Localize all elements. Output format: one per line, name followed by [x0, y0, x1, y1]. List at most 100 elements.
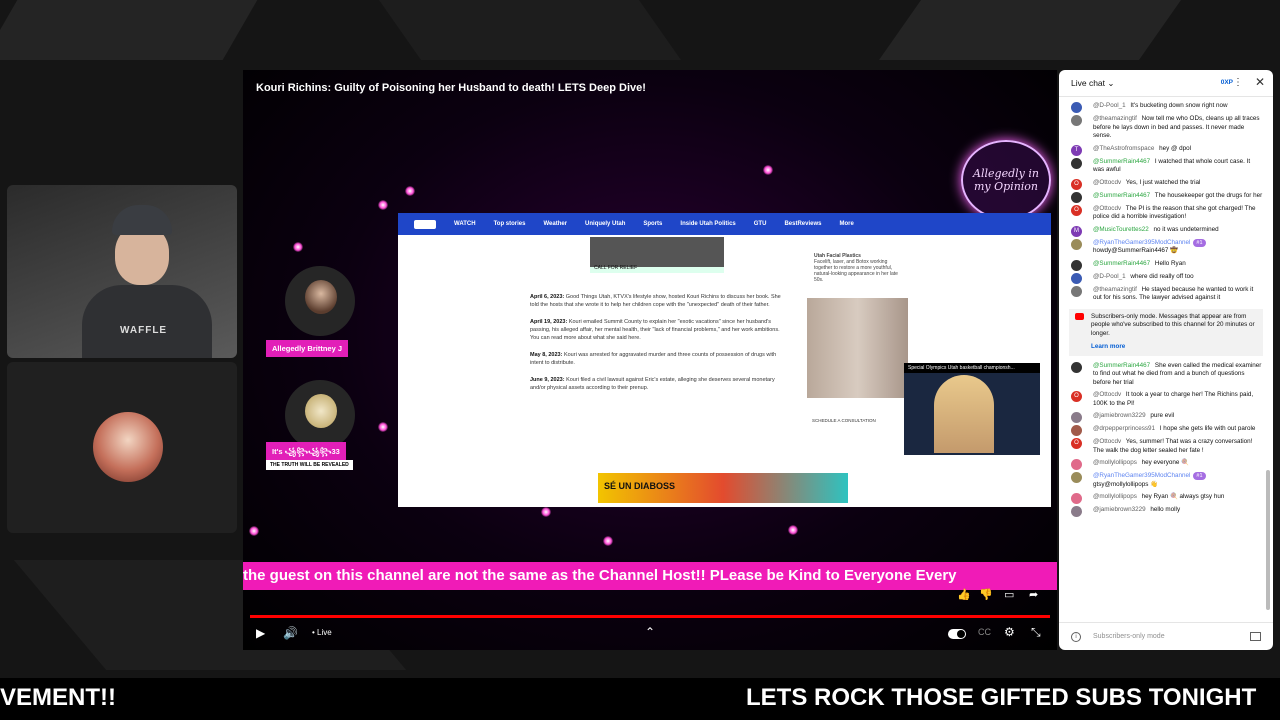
exit-fullscreen-icon[interactable]: ⤡	[1031, 625, 1041, 640]
guest-circle-1	[285, 266, 355, 336]
avatar[interactable]: O	[1071, 204, 1082, 216]
avatar[interactable]: M	[1071, 225, 1082, 237]
sidebar-ad-text: Facelift, laser, and Botox working toget…	[814, 259, 898, 283]
avatar[interactable]	[1071, 272, 1082, 284]
avatar[interactable]	[1071, 412, 1082, 423]
chat-author[interactable]: @mollylollipops	[1093, 493, 1137, 500]
mini-ad: CALL FOR RELIEF	[590, 237, 724, 273]
avatar[interactable]	[1071, 157, 1082, 169]
emote-icon[interactable]	[1250, 632, 1261, 641]
chevron-up-icon[interactable]: ⌃	[645, 625, 655, 639]
chat-message-group: @SummerRain4467 She even called the medi…	[1059, 360, 1273, 517]
subscribers-only-notice: Subscribers-only mode. Messages that app…	[1069, 308, 1263, 356]
gear-icon[interactable]: ⚙	[1004, 625, 1015, 639]
avatar[interactable]	[1071, 115, 1082, 126]
avatar[interactable]	[1071, 493, 1082, 504]
chat-author[interactable]: @D-Pool_1	[1093, 102, 1126, 109]
picture-in-picture-video: Special Olympics Utah basketball champio…	[904, 363, 1040, 455]
bottom-crawl: VEMENT!! LETS ROCK THOSE GIFTED SUBS TON…	[0, 678, 1280, 720]
chat-footer: i Subscribers-only mode	[1059, 622, 1273, 650]
chat-message: O @Ottocdv It took a year to charge her! …	[1059, 389, 1273, 410]
chat-message-text: hey @ dpol	[1157, 144, 1192, 152]
nav-item: Inside Utah Politics	[680, 221, 736, 227]
chat-author[interactable]: @jamiebrown3229	[1093, 412, 1146, 419]
chat-mode-dropdown[interactable]: Live chat ⌄	[1071, 78, 1115, 89]
captions-icon[interactable]: CC	[978, 627, 991, 637]
more-options-icon[interactable]: ⋮	[1233, 77, 1243, 88]
volume-icon[interactable]: 🔊	[283, 626, 298, 640]
avatar[interactable]	[1071, 238, 1082, 250]
like-icon[interactable]: 👍	[957, 588, 971, 601]
chat-author[interactable]: @SummerRain4467	[1093, 158, 1150, 165]
pip-person	[934, 375, 994, 453]
chat-author[interactable]: @Ottocdv	[1093, 179, 1121, 186]
chat-message: @SummerRain4467 The housekeeper got the …	[1059, 190, 1273, 203]
chat-author[interactable]: @theamazingtif	[1093, 286, 1137, 293]
member-badge: #1	[1193, 238, 1206, 247]
chat-author[interactable]: @SummerRain4467	[1093, 192, 1150, 199]
close-icon[interactable]: ✕	[1255, 75, 1265, 89]
chat-author[interactable]: @drpepperprincess91	[1093, 425, 1155, 432]
live-indicator[interactable]: • Live	[312, 628, 332, 637]
chat-message: @jamiebrown3229 hello molly	[1059, 504, 1273, 517]
chat-message-text: gtsy@mollylollipops 👋	[1093, 480, 1158, 488]
guest-face	[305, 394, 337, 428]
learn-more-link[interactable]: Learn more	[1091, 343, 1257, 352]
share-icon[interactable]: ➦	[1029, 588, 1038, 601]
info-icon[interactable]: i	[1071, 632, 1081, 642]
avatar[interactable]	[1071, 459, 1082, 470]
progress-bar[interactable]	[250, 615, 1050, 618]
mini-ad-label: CALL FOR RELIEF	[594, 265, 638, 271]
chat-author[interactable]: @mollylollipops	[1093, 459, 1137, 466]
chat-author[interactable]: @Ottocdv	[1093, 391, 1121, 398]
chat-author[interactable]: @jamiebrown3229	[1093, 506, 1146, 513]
chat-author[interactable]: @TheAstrofromspace	[1093, 145, 1154, 152]
banner-ad-text: SÉ UN DIABOSS	[604, 481, 676, 491]
banner-ad: SÉ UN DIABOSS	[598, 473, 848, 503]
chat-author[interactable]: @SummerRain4467	[1093, 362, 1150, 369]
chat-author[interactable]: @theamazingtif	[1093, 115, 1137, 122]
timeline-entry: May 8, 2023: Kouri was arrested for aggr…	[530, 351, 788, 367]
chat-author[interactable]: @Ottocdv	[1093, 205, 1121, 212]
avatar[interactable]: O	[1071, 178, 1082, 190]
chat-message: @SummerRain4467 Hello Ryan	[1059, 258, 1273, 271]
chat-author[interactable]: @RyanTheGamer395ModChannel	[1093, 472, 1190, 479]
chat-message-text: no it was undetermined	[1151, 225, 1219, 233]
avatar[interactable]	[1071, 506, 1082, 517]
avatar[interactable]: O	[1071, 438, 1082, 449]
autoplay-toggle[interactable]	[948, 629, 966, 639]
avatar[interactable]	[1071, 102, 1082, 113]
timeline-text: Good Things Utah, KTVX's lifestyle show,…	[530, 294, 781, 308]
crawl-text-right: LETS ROCK THOSE GIFTED SUBS TONIGHT	[746, 684, 1257, 711]
chat-scrollbar[interactable]	[1266, 470, 1270, 610]
background-shard	[878, 0, 1182, 60]
avatar[interactable]	[1071, 361, 1082, 373]
avatar[interactable]	[1071, 425, 1082, 436]
chat-message: T @TheAstrofromspace hey @ dpol	[1059, 143, 1273, 156]
comment-icon[interactable]: ▭	[1004, 588, 1014, 601]
avatar[interactable]: T	[1071, 144, 1082, 156]
dislike-icon[interactable]: 👎	[979, 588, 993, 601]
chat-author[interactable]: @MusicTourettes22	[1093, 226, 1149, 233]
timeline-date: June 9, 2023:	[530, 377, 565, 383]
chat-author[interactable]: @SummerRain4467	[1093, 260, 1150, 267]
nav-item: Uniquely Utah	[585, 221, 626, 227]
chat-author[interactable]: @RyanTheGamer395ModChannel	[1093, 239, 1190, 246]
video-title: Kouri Richins: Guilty of Poisoning her H…	[256, 82, 646, 94]
chat-message-text: I hope she gets life with out parole	[1158, 425, 1256, 432]
avatar[interactable]	[1071, 259, 1082, 271]
avatar[interactable]	[1071, 191, 1082, 203]
chat-title: Live chat	[1071, 77, 1106, 88]
avatar[interactable]	[1071, 285, 1082, 297]
video-player[interactable]: Kouri Richins: Guilty of Poisoning her H…	[243, 70, 1057, 650]
chat-author[interactable]: @D-Pool_1	[1093, 273, 1126, 280]
ticker-text: the guest on this channel are not the sa…	[243, 567, 957, 584]
play-icon[interactable]: ▶	[256, 626, 265, 640]
guest-circle-2	[285, 380, 355, 450]
crawl-text-left: VEMENT!!	[0, 684, 116, 711]
avatar[interactable]	[1071, 472, 1082, 483]
avatar[interactable]: O	[1071, 391, 1082, 402]
xp-badge[interactable]: 0XP	[1221, 79, 1233, 86]
chat-author[interactable]: @Ottocdv	[1093, 438, 1121, 445]
host-cap	[112, 205, 172, 235]
